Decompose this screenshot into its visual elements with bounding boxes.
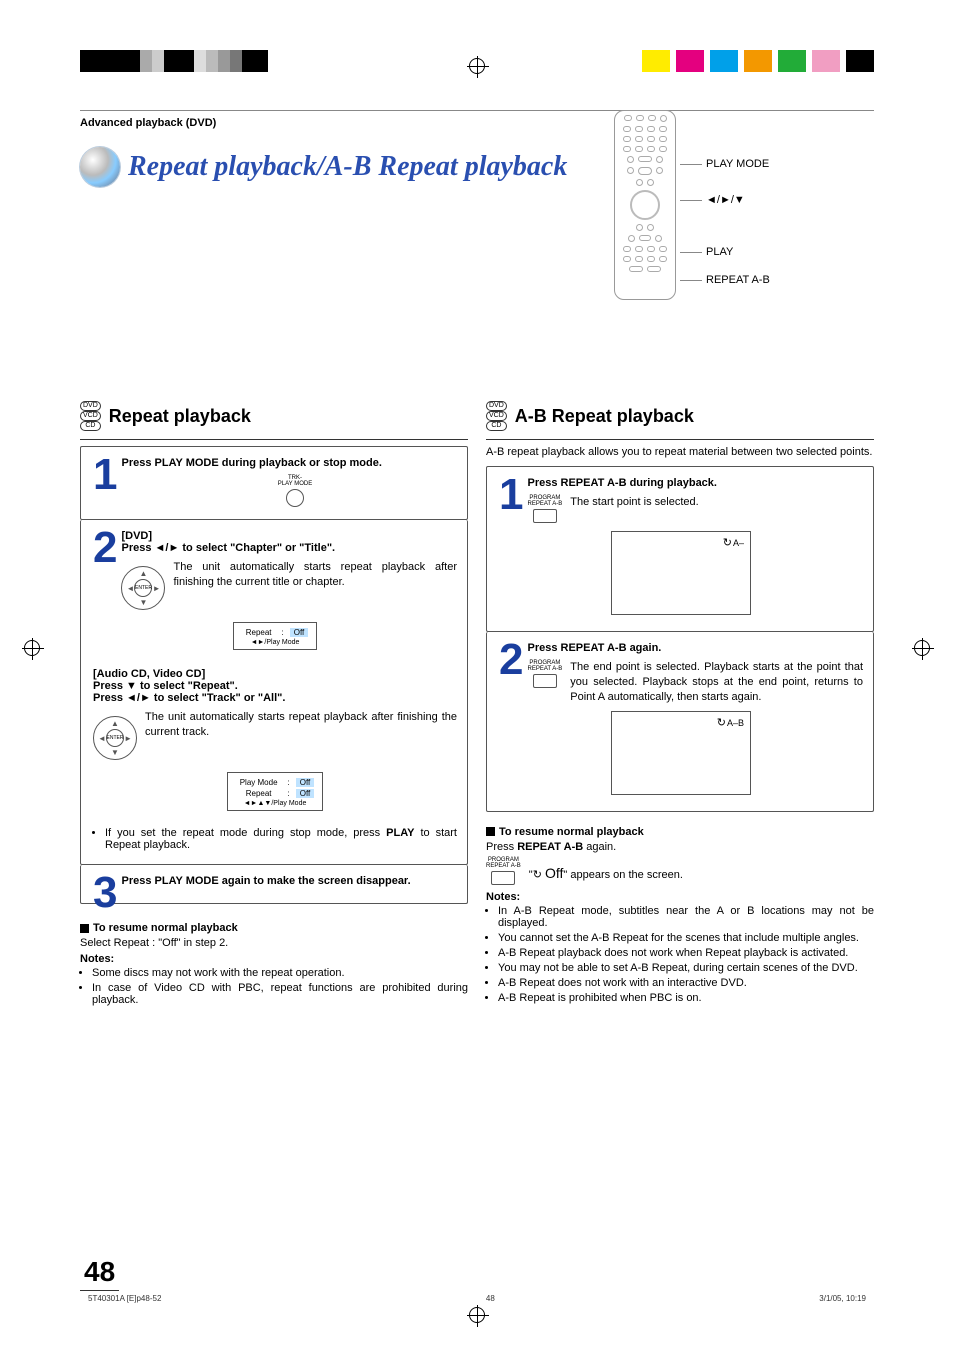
repeat-ab-label: PROGRAM REPEAT A-B — [527, 495, 562, 507]
repeat-ab-button-icon — [533, 674, 557, 688]
repeat-ab-label: PROGRAM REPEAT A-B — [527, 660, 562, 672]
disc-type-icons: DVD VCD CD — [486, 401, 507, 431]
section-title-ab: A-B Repeat playback — [515, 406, 694, 427]
tv-screen: A–B — [611, 711, 751, 795]
note-item: In case of Video CD with PBC, repeat fun… — [92, 982, 468, 1006]
crop-marks — [0, 0, 954, 90]
dvd-label: [DVD] — [121, 530, 152, 542]
step-instruction: Press ◄/► to select "Chapter" or "Title"… — [121, 542, 335, 554]
step-instruction: Press ◄/► to select "Track" or "All". — [93, 692, 285, 704]
note-item: A-B Repeat playback does not work when R… — [498, 947, 874, 959]
page-content: Advanced playback (DVD) Repeat playback/… — [80, 110, 874, 1261]
step-tip: If you set the repeat mode during stop m… — [105, 827, 457, 851]
repeat-ab-label: PROGRAM REPEAT A-B — [486, 857, 521, 869]
registration-mark-right — [914, 640, 930, 656]
step-number: 2 — [499, 642, 523, 677]
screen-marker: A–B — [717, 716, 744, 729]
step-number: 2 — [93, 530, 117, 565]
step-number: 1 — [499, 477, 523, 512]
disc-type-icons: DVD VCD CD — [80, 401, 101, 431]
osd-playmode: Play Mode:Off Repeat:Off ◄►▲▼/Play Mode — [227, 772, 324, 811]
notes-list: In A-B Repeat mode, subtitles near the A… — [486, 905, 874, 1004]
playmode-button-icon — [286, 489, 304, 507]
note-item: Some discs may not work with the repeat … — [92, 967, 468, 979]
remote-label-playmode: PLAY MODE — [706, 158, 769, 170]
page-title: Repeat playback/A-B Repeat playback — [128, 151, 567, 183]
remote-illustration: PLAY MODE ◄/►/▼ PLAY REPEAT A-B — [614, 110, 834, 340]
step-instruction: Press PLAY MODE again to make the screen… — [93, 875, 457, 887]
right-step-1: 1 Press REPEAT A-B during playback. PROG… — [486, 466, 874, 632]
step-body: The unit automatically starts repeat pla… — [145, 710, 457, 740]
resume-heading: To resume normal playback — [93, 922, 238, 934]
notes-list: Some discs may not work with the repeat … — [80, 967, 468, 1006]
repeat-playback-column: DVD VCD CD Repeat playback 1 Press PLAY … — [80, 387, 468, 1009]
registration-mark-bottom — [469, 1307, 485, 1323]
right-step-2: 2 Press REPEAT A-B again. PROGRAM REPEAT… — [486, 632, 874, 812]
page-number: 48 — [80, 1256, 119, 1291]
dpad-icon: ▲▼◄► ENTER — [121, 566, 165, 610]
note-item: You cannot set the A-B Repeat for the sc… — [498, 932, 874, 944]
cd-label: [Audio CD, Video CD] — [93, 668, 205, 680]
remote-label-arrows: ◄/►/▼ — [706, 194, 745, 206]
trk-playmode-label: TRK- PLAY MODE — [133, 475, 457, 487]
step-instruction: Press REPEAT A-B again. — [499, 642, 863, 654]
step-body: The unit automatically starts repeat pla… — [173, 560, 457, 590]
off-message: "↻ Off" appears on the screen. — [529, 857, 874, 881]
resume-body: Press REPEAT A-B again. — [486, 841, 874, 853]
tv-screen: A– — [611, 531, 751, 615]
intro-text: A-B repeat playback allows you to repeat… — [486, 446, 874, 458]
step-body: The end point is selected. Playback star… — [570, 660, 863, 705]
left-step-2: 2 [DVD] Press ◄/► to select "Chapter" or… — [80, 520, 468, 865]
step-instruction: Press REPEAT A-B during playback. — [499, 477, 863, 489]
repeat-ab-button-icon — [491, 871, 515, 885]
step-body: The start point is selected. — [570, 495, 863, 510]
section-title-repeat: Repeat playback — [109, 406, 251, 427]
decorative-sphere — [80, 147, 120, 187]
notes-heading: Notes: — [486, 891, 874, 903]
note-item: You may not be able to set A-B Repeat, d… — [498, 962, 874, 974]
osd-repeat: Repeat:Off ◄►/Play Mode — [233, 622, 318, 650]
remote-label-play: PLAY — [706, 246, 733, 258]
resume-heading: To resume normal playback — [499, 826, 644, 838]
resume-body: Select Repeat : "Off" in step 2. — [80, 937, 468, 949]
note-item: In A-B Repeat mode, subtitles near the A… — [498, 905, 874, 929]
left-step-3: 3 Press PLAY MODE again to make the scre… — [80, 865, 468, 904]
dpad-icon: ▲▼◄► ENTER — [93, 716, 137, 760]
step-instruction: Press PLAY MODE during playback or stop … — [93, 457, 457, 469]
ab-repeat-column: DVD VCD CD A-B Repeat playback A-B repea… — [486, 387, 874, 1009]
note-item: A-B Repeat is prohibited when PBC is on. — [498, 992, 874, 1004]
registration-mark-left — [24, 640, 40, 656]
footer: 5T40301A [E]p48-52 48 3/1/05, 10:19 — [88, 1294, 866, 1303]
screen-marker: A– — [723, 536, 744, 549]
notes-heading: Notes: — [80, 953, 468, 965]
left-step-1: 1 Press PLAY MODE during playback or sto… — [80, 446, 468, 520]
step-number: 1 — [93, 457, 117, 492]
note-item: A-B Repeat does not work with an interac… — [498, 977, 874, 989]
repeat-ab-button-icon — [533, 509, 557, 523]
remote-label-repeatab: REPEAT A-B — [706, 274, 770, 286]
step-number: 3 — [93, 875, 117, 910]
step-instruction: Press ▼ to select "Repeat". — [93, 680, 238, 692]
